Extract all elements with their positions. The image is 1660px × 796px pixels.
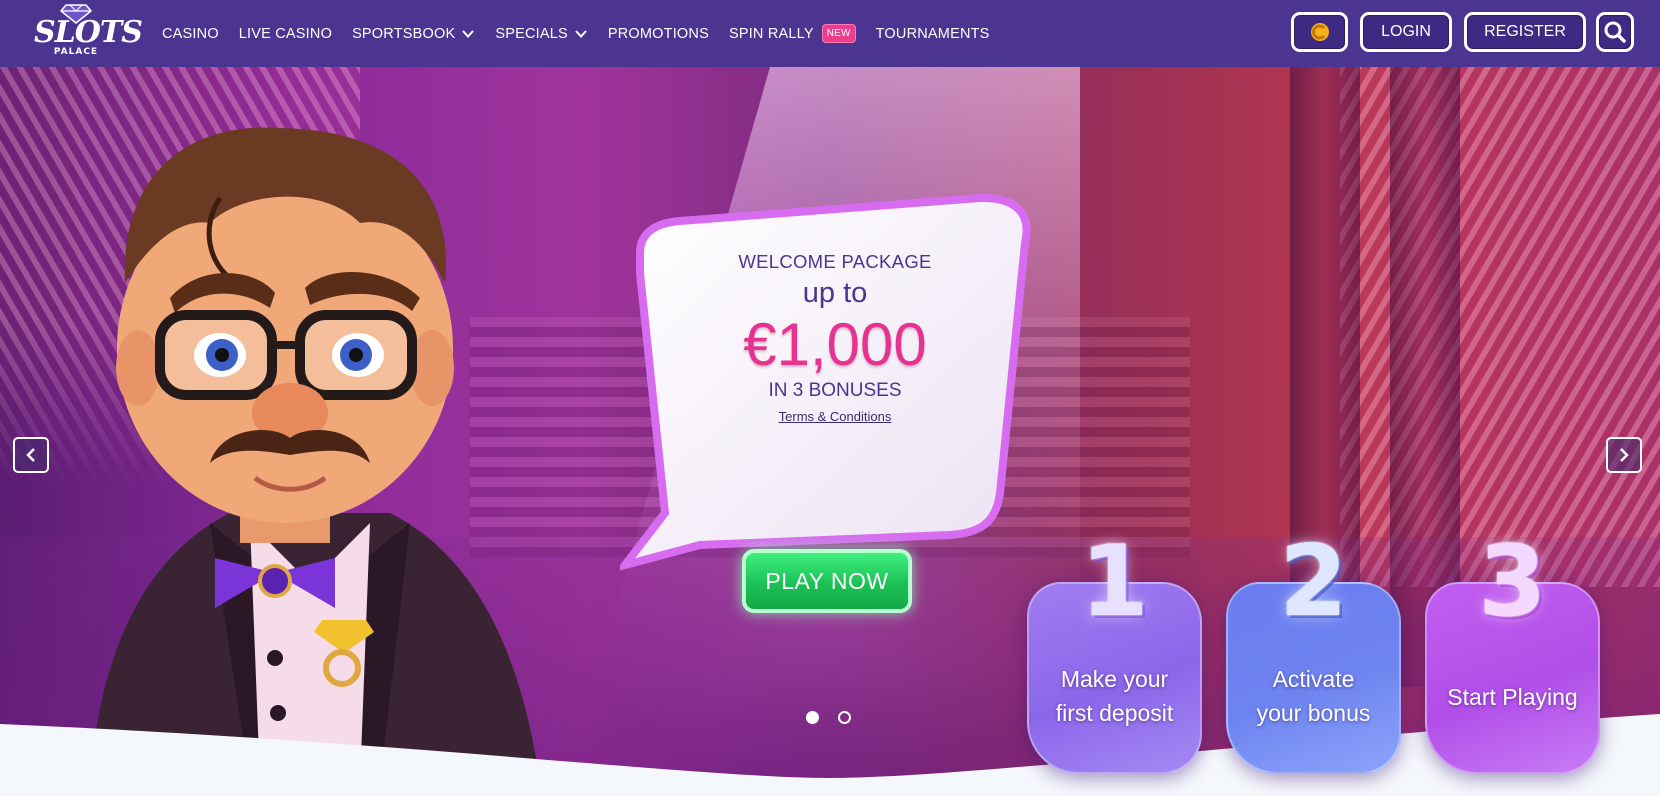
step-label: Start Playing xyxy=(1425,680,1600,714)
new-badge: NEW xyxy=(821,24,856,43)
play-now-button[interactable]: PLAY NOW xyxy=(742,549,912,613)
logo-brand: SLOTS xyxy=(34,15,143,50)
nav-label: SPORTSBOOK xyxy=(352,25,456,42)
search-button[interactable] xyxy=(1596,12,1634,52)
step-line-2: first deposit xyxy=(1055,700,1174,726)
carousel-prev-button[interactable] xyxy=(13,437,49,473)
bonuses-count: IN 3 BONUSES xyxy=(768,380,902,401)
register-button[interactable]: REGISTER xyxy=(1464,12,1586,52)
nav-sportsbook[interactable]: SPORTSBOOK xyxy=(352,26,475,42)
step-label: Make your first deposit xyxy=(1027,662,1202,730)
up-to-text: up to xyxy=(802,277,868,309)
bonus-amount: €1,000 xyxy=(743,311,927,378)
search-icon xyxy=(1604,21,1626,43)
terms-link[interactable]: Terms & Conditions xyxy=(779,409,892,424)
main-nav: CASINO LIVE CASINO SPORTSBOOK SPECIALS P… xyxy=(162,0,1010,67)
chevron-right-icon xyxy=(1620,448,1629,462)
mascot-butler-illustration xyxy=(90,127,540,783)
step-card-2: 2 Activate your bonus xyxy=(1226,532,1401,774)
step-line-1: Start Playing xyxy=(1447,684,1578,710)
logo-sub: PALACE xyxy=(53,47,99,57)
carousel-dot-2[interactable] xyxy=(838,711,851,724)
bottom-wave xyxy=(0,714,1660,796)
step-label: Activate your bonus xyxy=(1226,662,1401,730)
step-number: 3 xyxy=(1478,525,1547,639)
step-line-1: Make your xyxy=(1060,666,1169,692)
nav-spin-rally[interactable]: SPIN RALLY NEW xyxy=(729,24,856,43)
nav-label: LIVE CASINO xyxy=(238,25,333,42)
hero-banner: WELCOME PACKAGE up to €1,000 IN 3 BONUSE… xyxy=(0,67,1660,796)
carousel-next-button[interactable] xyxy=(1606,437,1642,473)
coin-icon xyxy=(1310,23,1329,41)
nav-label: PROMOTIONS xyxy=(607,25,709,42)
step-number: 1 xyxy=(1080,525,1149,639)
chevron-down-icon xyxy=(462,29,475,38)
nav-live-casino[interactable]: LIVE CASINO xyxy=(239,26,332,42)
step-card-3: 3 Start Playing xyxy=(1425,532,1600,774)
nav-specials[interactable]: SPECIALS xyxy=(495,26,588,42)
welcome-offer: WELCOME PACKAGE up to €1,000 IN 3 BONUSE… xyxy=(660,251,1010,425)
coin-button[interactable] xyxy=(1291,12,1348,52)
nav-promotions[interactable]: PROMOTIONS xyxy=(608,26,709,42)
curtain-right xyxy=(1340,67,1660,587)
step-card-1: 1 Make your first deposit xyxy=(1027,532,1202,774)
nav-casino[interactable]: CASINO xyxy=(162,26,219,42)
step-number: 2 xyxy=(1279,525,1348,639)
chevron-down-icon xyxy=(575,29,587,38)
site-header: SLOTS PALACE CASINO LIVE CASINO SPORTSBO… xyxy=(0,0,1660,67)
chevron-left-icon xyxy=(26,448,35,462)
step-line-2: your bonus xyxy=(1256,700,1371,726)
nav-label: CASINO xyxy=(162,25,219,42)
nav-label: SPIN RALLY xyxy=(728,25,814,42)
nav-tournaments[interactable]: TOURNAMENTS xyxy=(876,26,990,42)
welcome-package-title: WELCOME PACKAGE xyxy=(738,251,932,272)
carousel-dot-1[interactable] xyxy=(806,711,819,724)
nav-label: TOURNAMENTS xyxy=(875,25,990,42)
nav-label: SPECIALS xyxy=(495,25,568,42)
step-line-1: Activate xyxy=(1272,666,1355,692)
slots-palace-logo[interactable]: SLOTS PALACE xyxy=(34,4,143,57)
login-button[interactable]: LOGIN xyxy=(1360,12,1452,52)
